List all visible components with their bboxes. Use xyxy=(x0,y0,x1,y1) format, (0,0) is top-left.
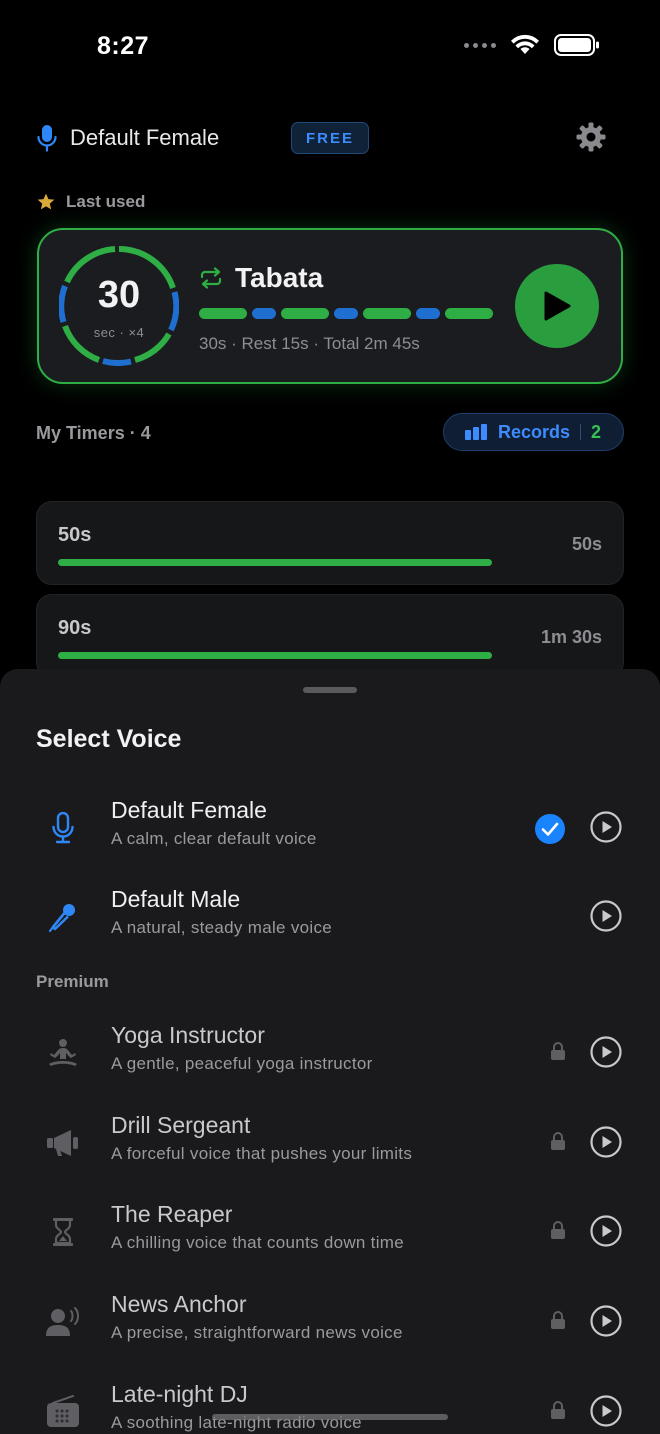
preview-play-icon[interactable] xyxy=(590,811,622,843)
voice-option-news-anchor[interactable]: News Anchor A precise, straightforward n… xyxy=(0,1281,660,1361)
ring-subtitle: sec · ×4 xyxy=(93,325,145,340)
start-timer-button[interactable] xyxy=(515,264,599,348)
timer-row[interactable]: 50s 50s xyxy=(36,501,624,585)
ring-value: 30 xyxy=(97,274,141,316)
timer-title: Tabata xyxy=(235,262,324,293)
last-used-text: Last used xyxy=(66,192,146,211)
voice-option-default-female[interactable]: Default Female A calm, clear default voi… xyxy=(0,787,660,867)
timer-duration: 50s xyxy=(571,534,602,554)
rest-segment xyxy=(334,308,358,319)
featured-timer-card[interactable]: 30 sec · ×4 Tabata 30s · Rest 15s · Tota… xyxy=(37,228,623,384)
wifi-icon xyxy=(511,34,539,54)
voice-description: A calm, clear default voice xyxy=(111,829,317,848)
lock-icon xyxy=(551,1401,565,1419)
interval-segments xyxy=(199,308,493,319)
work-segment xyxy=(363,308,411,319)
voice-name: News Anchor xyxy=(111,1291,247,1317)
preview-play-icon[interactable] xyxy=(590,1036,622,1068)
lock-icon xyxy=(551,1221,565,1239)
voice-name: Late-night DJ xyxy=(111,1381,248,1407)
speaking-person-icon xyxy=(42,1301,84,1343)
records-count: 2 xyxy=(591,421,602,442)
microphone-icon xyxy=(42,807,84,849)
status-indicators xyxy=(464,34,600,56)
preview-play-icon[interactable] xyxy=(590,1305,622,1337)
work-segment xyxy=(281,308,329,319)
voice-name: Default Male xyxy=(111,886,241,912)
voice-name: The Reaper xyxy=(111,1201,233,1227)
voice-option-yoga-instructor[interactable]: Yoga Instructor A gentle, peaceful yoga … xyxy=(0,1012,660,1092)
preview-play-icon[interactable] xyxy=(590,900,622,932)
voice-option-default-male[interactable]: Default Male A natural, steady male voic… xyxy=(0,876,660,956)
card-title-row: Tabata xyxy=(199,262,323,294)
voice-option-late-night-dj[interactable]: Late-night DJ A soothing late-night radi… xyxy=(0,1371,660,1434)
handheld-mic-icon xyxy=(42,896,84,938)
header: Default Female FREE xyxy=(36,118,624,158)
sheet-title: Select Voice xyxy=(36,725,182,753)
voice-option-drill-sergeant[interactable]: Drill Sergeant A forceful voice that pus… xyxy=(0,1102,660,1182)
star-icon xyxy=(37,193,55,210)
voice-description: A gentle, peaceful yoga instructor xyxy=(111,1054,373,1073)
voice-option-the-reaper[interactable]: The Reaper A chilling voice that counts … xyxy=(0,1191,660,1271)
voice-description: A precise, straightforward news voice xyxy=(111,1323,403,1342)
battery-icon xyxy=(554,34,599,56)
status-time: 8:27 xyxy=(97,32,150,60)
voice-name: Default Female xyxy=(111,797,267,823)
voice-description: A natural, steady male voice xyxy=(111,918,333,937)
records-divider xyxy=(580,424,582,440)
preview-play-icon[interactable] xyxy=(590,1126,622,1158)
lock-icon xyxy=(551,1042,565,1060)
gear-icon[interactable] xyxy=(576,122,606,152)
voice-description: A forceful voice that pushes your limits xyxy=(111,1144,413,1163)
play-icon xyxy=(544,291,571,321)
records-label: Records xyxy=(498,421,571,442)
timer-row[interactable]: 90s 1m 30s xyxy=(36,594,624,678)
megaphone-icon xyxy=(42,1122,84,1164)
meditation-icon xyxy=(42,1032,84,1074)
last-used-label: Last used xyxy=(36,192,145,212)
lock-icon xyxy=(551,1311,565,1329)
sheet-grabber[interactable] xyxy=(303,687,357,693)
timer-meta: 30s · Rest 15s · Total 2m 45s xyxy=(199,334,420,353)
timer-name: 90s xyxy=(58,617,92,639)
records-button[interactable]: Records 2 xyxy=(443,413,624,451)
current-voice-name[interactable]: Default Female xyxy=(70,125,219,151)
hourglass-icon xyxy=(42,1211,84,1253)
preview-play-icon[interactable] xyxy=(590,1395,622,1427)
repeat-icon xyxy=(200,267,222,289)
premium-section-label: Premium xyxy=(36,972,109,991)
timer-bar xyxy=(58,559,492,566)
voice-description: A chilling voice that counts down time xyxy=(111,1233,404,1252)
home-indicator[interactable] xyxy=(212,1414,448,1420)
microphone-icon xyxy=(37,125,57,152)
rest-segment xyxy=(252,308,276,319)
voice-name: Yoga Instructor xyxy=(111,1022,265,1048)
preview-play-icon[interactable] xyxy=(590,1215,622,1247)
work-segment xyxy=(199,308,247,319)
select-voice-sheet: Select Voice Default Female A calm, clea… xyxy=(0,669,660,1434)
radio-icon xyxy=(42,1391,84,1433)
rest-segment xyxy=(416,308,440,319)
timer-bar xyxy=(58,652,492,659)
voice-name: Drill Sergeant xyxy=(111,1112,251,1138)
checkmark-icon xyxy=(535,814,565,844)
work-segment xyxy=(445,308,493,319)
timer-name: 50s xyxy=(58,524,92,546)
free-badge[interactable]: FREE xyxy=(291,122,369,154)
cellular-signal-icon xyxy=(464,42,496,48)
bar-chart-icon xyxy=(465,424,487,440)
my-timers-heading: My Timers · 4 xyxy=(36,423,151,443)
timer-duration: 1m 30s xyxy=(540,627,602,647)
lock-icon xyxy=(551,1132,565,1150)
